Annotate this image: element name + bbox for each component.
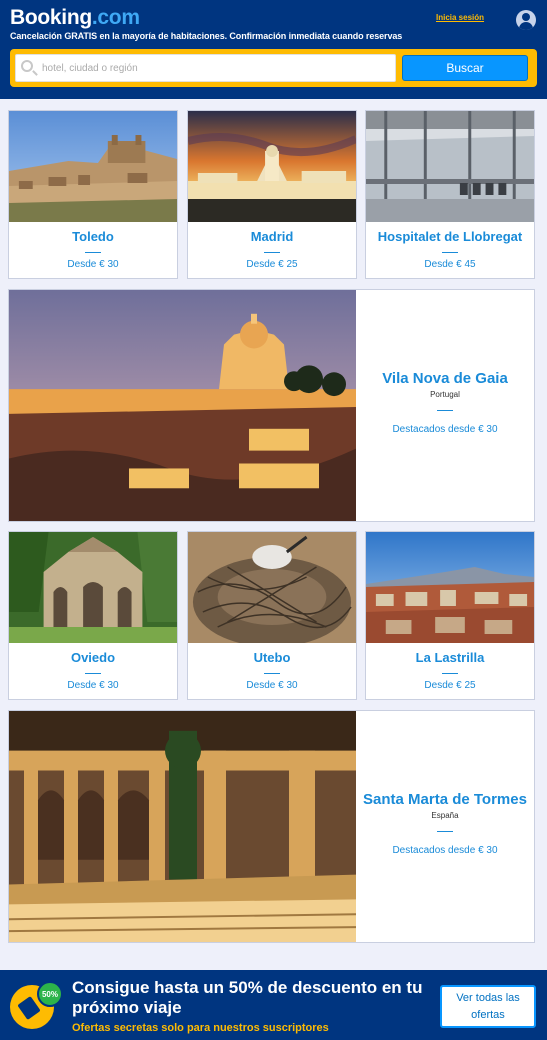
search-input[interactable]: [42, 55, 392, 81]
search-field[interactable]: [15, 54, 396, 82]
destination-price: Desde € 25: [424, 680, 476, 691]
destination-card-toledo[interactable]: Toledo Desde € 30: [8, 110, 178, 279]
destination-price: Destacados desde € 30: [392, 845, 498, 856]
destination-name: Toledo: [72, 229, 114, 244]
destination-country: Portugal: [430, 390, 460, 399]
booking-logo[interactable]: Booking.com: [10, 6, 140, 30]
promo-title: Consigue hasta un 50% de descuento en tu…: [72, 978, 423, 1017]
utebo-photo: [188, 532, 356, 643]
tagline: Cancelación GRATIS en la mayoría de habi…: [10, 31, 403, 41]
destination-name: Madrid: [250, 229, 294, 244]
destination-price: Desde € 45: [424, 259, 476, 270]
destination-price: Destacados desde € 30: [392, 424, 498, 435]
divider: [442, 252, 458, 253]
search-bar: Buscar: [10, 49, 537, 87]
featured-destination-vila-nova-de-gaia[interactable]: Vila Nova de Gaia Portugal Destacados de…: [8, 289, 535, 522]
destination-price: Desde € 25: [246, 259, 298, 270]
destination-card-oviedo[interactable]: Oviedo Desde € 30: [8, 531, 178, 700]
destination-card-la-lastrilla[interactable]: La Lastrilla Desde € 25: [365, 531, 535, 700]
destination-name: Santa Marta de Tormes: [363, 791, 527, 808]
divider: [85, 673, 101, 674]
vila-nova-de-gaia-photo: [9, 290, 356, 521]
divider: [437, 831, 453, 832]
featured-info: Santa Marta de Tormes España Destacados …: [356, 711, 534, 942]
destination-price: Desde € 30: [67, 680, 119, 691]
destination-price: Desde € 30: [246, 680, 298, 691]
search-icon: [21, 60, 33, 72]
destination-country: España: [431, 811, 459, 820]
santa-marta-de-tormes-photo: [9, 711, 356, 942]
site-header: Booking.com Cancelación GRATIS en la may…: [0, 0, 547, 99]
user-account-icon[interactable]: [516, 10, 536, 30]
destination-name: Oviedo: [70, 650, 116, 665]
la-lastrilla-photo: [366, 532, 534, 643]
see-all-deals-button[interactable]: Ver todas las ofertas: [440, 985, 536, 1028]
divider: [264, 252, 280, 253]
destination-name: La Lastrilla: [415, 650, 485, 665]
featured-destination-santa-marta-de-tormes[interactable]: Santa Marta de Tormes España Destacados …: [8, 710, 535, 943]
oviedo-photo: [9, 532, 177, 643]
destination-card-hospitalet[interactable]: Hospitalet de Llobregat Desde € 45: [365, 110, 535, 279]
divider: [442, 673, 458, 674]
destination-name: Utebo: [253, 650, 291, 665]
featured-info: Vila Nova de Gaia Portugal Destacados de…: [356, 290, 534, 521]
destination-card-madrid[interactable]: Madrid Desde € 25: [187, 110, 357, 279]
logo-suffix: .com: [91, 6, 140, 29]
destination-price: Desde € 30: [67, 259, 119, 270]
discount-badge: 50%: [37, 981, 63, 1007]
hospitalet-photo: [366, 111, 534, 222]
logo-text: Booking: [10, 6, 92, 29]
toledo-photo: [9, 111, 177, 222]
divider: [85, 252, 101, 253]
destination-name: Hospitalet de Llobregat: [377, 229, 523, 244]
divider: [264, 673, 280, 674]
madrid-photo: [188, 111, 356, 222]
discount-tag-icon: 50%: [10, 981, 63, 1029]
promo-subtitle: Ofertas secretas solo para nuestros susc…: [72, 1022, 329, 1034]
search-button[interactable]: Buscar: [402, 55, 528, 81]
destination-card-utebo[interactable]: Utebo Desde € 30: [187, 531, 357, 700]
divider: [437, 410, 453, 411]
tag-shape: [17, 996, 41, 1020]
destination-name: Vila Nova de Gaia: [382, 370, 508, 387]
signin-link[interactable]: Inicia sesión: [436, 13, 484, 22]
